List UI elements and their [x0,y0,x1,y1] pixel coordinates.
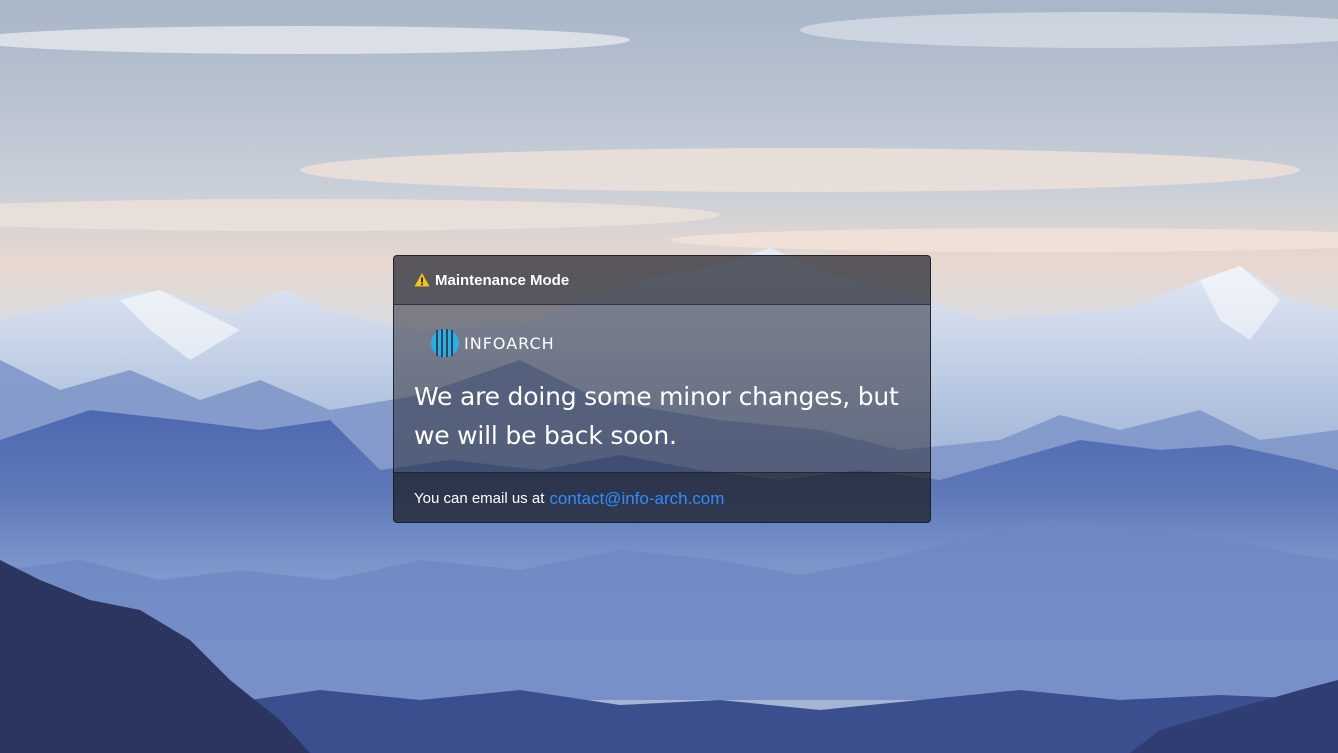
message-line-2: we will be back soon. [414,421,677,450]
brand-name: INFOARCH [464,333,555,353]
brand-globe-icon [431,329,459,357]
card-header: Maintenance Mode [394,256,930,305]
infoarch-logo: INFOARCH [428,329,910,357]
message-line-1: We are doing some minor changes, but [414,382,899,411]
maintenance-message: We are doing some minor changes, but we … [414,377,910,455]
maintenance-card: Maintenance Mode INFOARCH We are doing s… [393,255,931,523]
warning-icon [414,272,430,288]
card-body: INFOARCH We are doing some minor changes… [394,305,930,472]
footer-text: You can email us at [414,490,545,507]
email-link[interactable]: contact@info-arch.com [549,489,724,509]
card-footer: You can email us at contact@info-arch.co… [394,472,930,522]
card-title: Maintenance Mode [435,271,570,289]
